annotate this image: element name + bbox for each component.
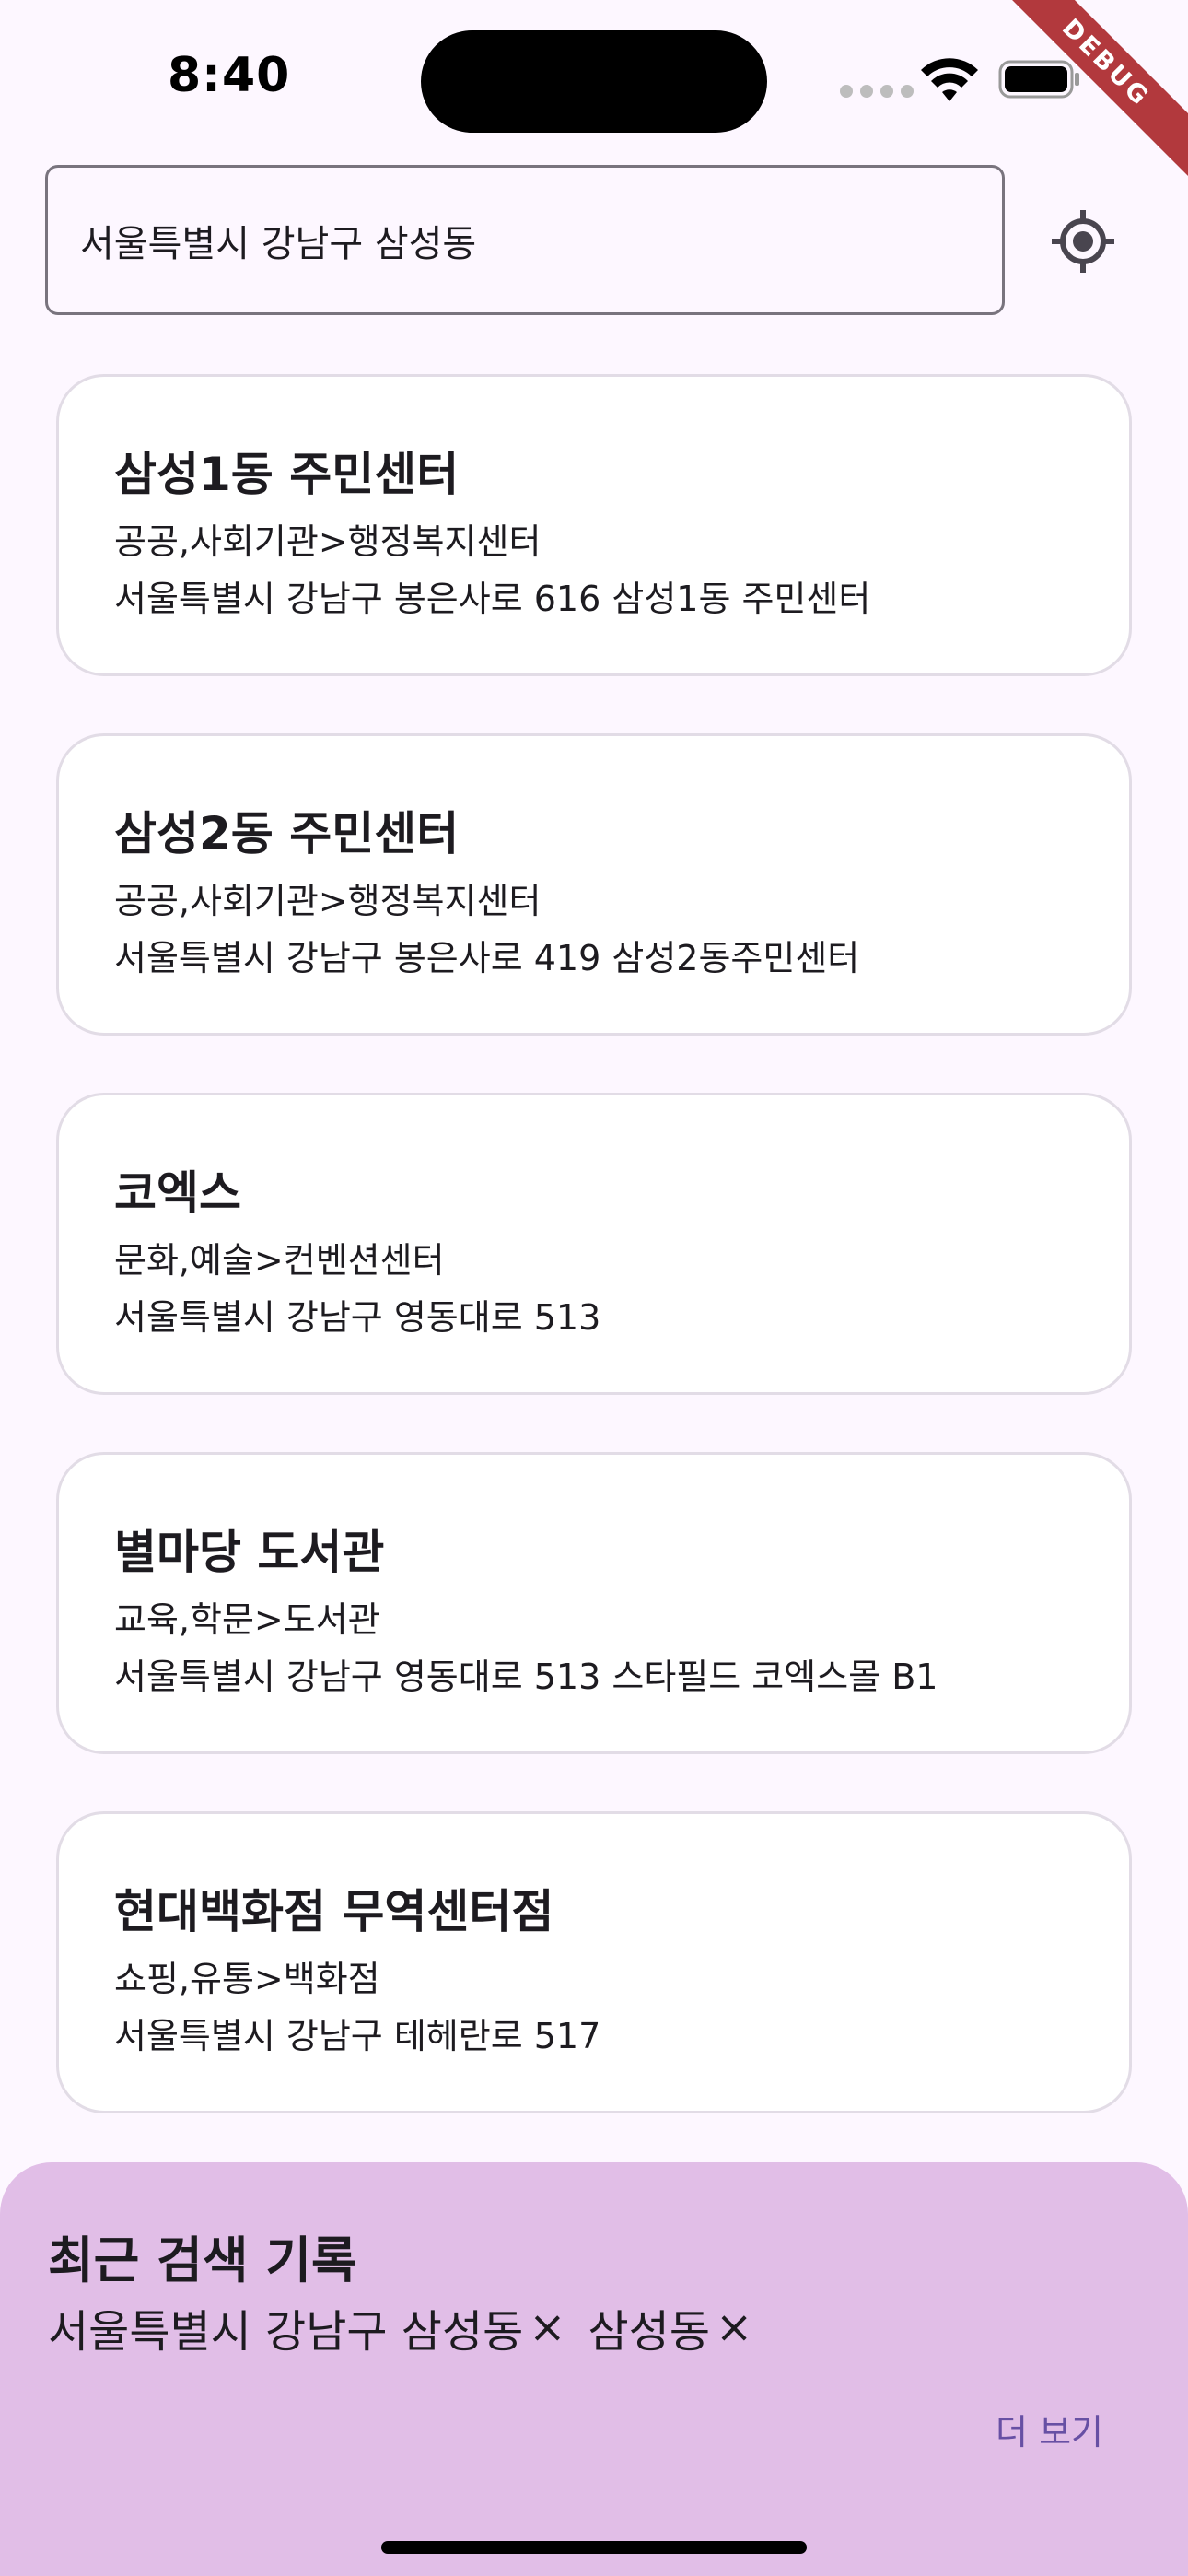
- result-name: 현대백화점 무역센터점: [114, 1885, 554, 1938]
- result-address: 서울특별시 강남구 영동대로 513 스타필드 코엑스몰 B1: [114, 1657, 938, 1697]
- more-button[interactable]: 더 보기: [996, 2404, 1103, 2454]
- recent-search-item[interactable]: 서울특별시 강남구 삼성동 ×: [48, 2295, 566, 2359]
- recent-search-panel: 최근 검색 기록 서울특별시 강남구 삼성동 × 삼성동 × 더 보기: [0, 2162, 1188, 2576]
- my-location-button[interactable]: [1044, 203, 1122, 280]
- result-card[interactable]: 코엑스 문화,예술>컨벤션센터 서울특별시 강남구 영동대로 513: [56, 1093, 1132, 1395]
- search-input[interactable]: 서울특별시 강남구 삼성동: [45, 165, 1005, 315]
- status-time: 8:40: [168, 48, 291, 103]
- result-category: 쇼핑,유통>백화점: [114, 1959, 380, 1999]
- battery-icon: [998, 60, 1079, 99]
- recent-search-title: 최근 검색 기록: [48, 2231, 357, 2289]
- dynamic-island: [421, 30, 767, 133]
- recent-search-item[interactable]: 삼성동 ×: [588, 2295, 753, 2359]
- result-address: 서울특별시 강남구 영동대로 513: [114, 1297, 601, 1338]
- home-indicator: [381, 2541, 807, 2554]
- result-card[interactable]: 삼성2동 주민센터 공공,사회기관>행정복지센터 서울특별시 강남구 봉은사로 …: [56, 733, 1132, 1036]
- result-card[interactable]: 별마당 도서관 교육,학문>도서관 서울특별시 강남구 영동대로 513 스타필…: [56, 1452, 1132, 1754]
- wifi-icon: [921, 58, 978, 101]
- search-input-value: 서울특별시 강남구 삼성동: [80, 222, 477, 265]
- result-card[interactable]: 삼성1동 주민센터 공공,사회기관>행정복지센터 서울특별시 강남구 봉은사로 …: [56, 374, 1132, 676]
- result-name: 별마당 도서관: [114, 1526, 385, 1579]
- recent-search-label[interactable]: 삼성동: [588, 2295, 710, 2359]
- result-name: 코엑스: [114, 1166, 241, 1220]
- result-category: 문화,예술>컨벤션센터: [114, 1240, 445, 1281]
- remove-recent-button[interactable]: ×: [716, 2301, 752, 2353]
- result-address: 서울특별시 강남구 봉은사로 616 삼성1동 주민센터: [114, 579, 871, 619]
- result-card[interactable]: 현대백화점 무역센터점 쇼핑,유통>백화점 서울특별시 강남구 테헤란로 517: [56, 1811, 1132, 2113]
- result-category: 공공,사회기관>행정복지센터: [114, 521, 542, 562]
- result-category: 공공,사회기관>행정복지센터: [114, 881, 542, 921]
- cellular-signal-icon: [840, 85, 914, 98]
- my-location-icon: [1052, 210, 1114, 273]
- remove-recent-button[interactable]: ×: [529, 2301, 565, 2353]
- result-name: 삼성1동 주민센터: [114, 448, 460, 501]
- result-address: 서울특별시 강남구 테헤란로 517: [114, 2016, 601, 2056]
- recent-search-list: 서울특별시 강남구 삼성동 × 삼성동 ×: [48, 2295, 752, 2359]
- result-name: 삼성2동 주민센터: [114, 807, 460, 861]
- result-address: 서울특별시 강남구 봉은사로 419 삼성2동주민센터: [114, 938, 860, 978]
- recent-search-label[interactable]: 서울특별시 강남구 삼성동: [48, 2295, 523, 2359]
- result-category: 교육,학문>도서관: [114, 1599, 380, 1640]
